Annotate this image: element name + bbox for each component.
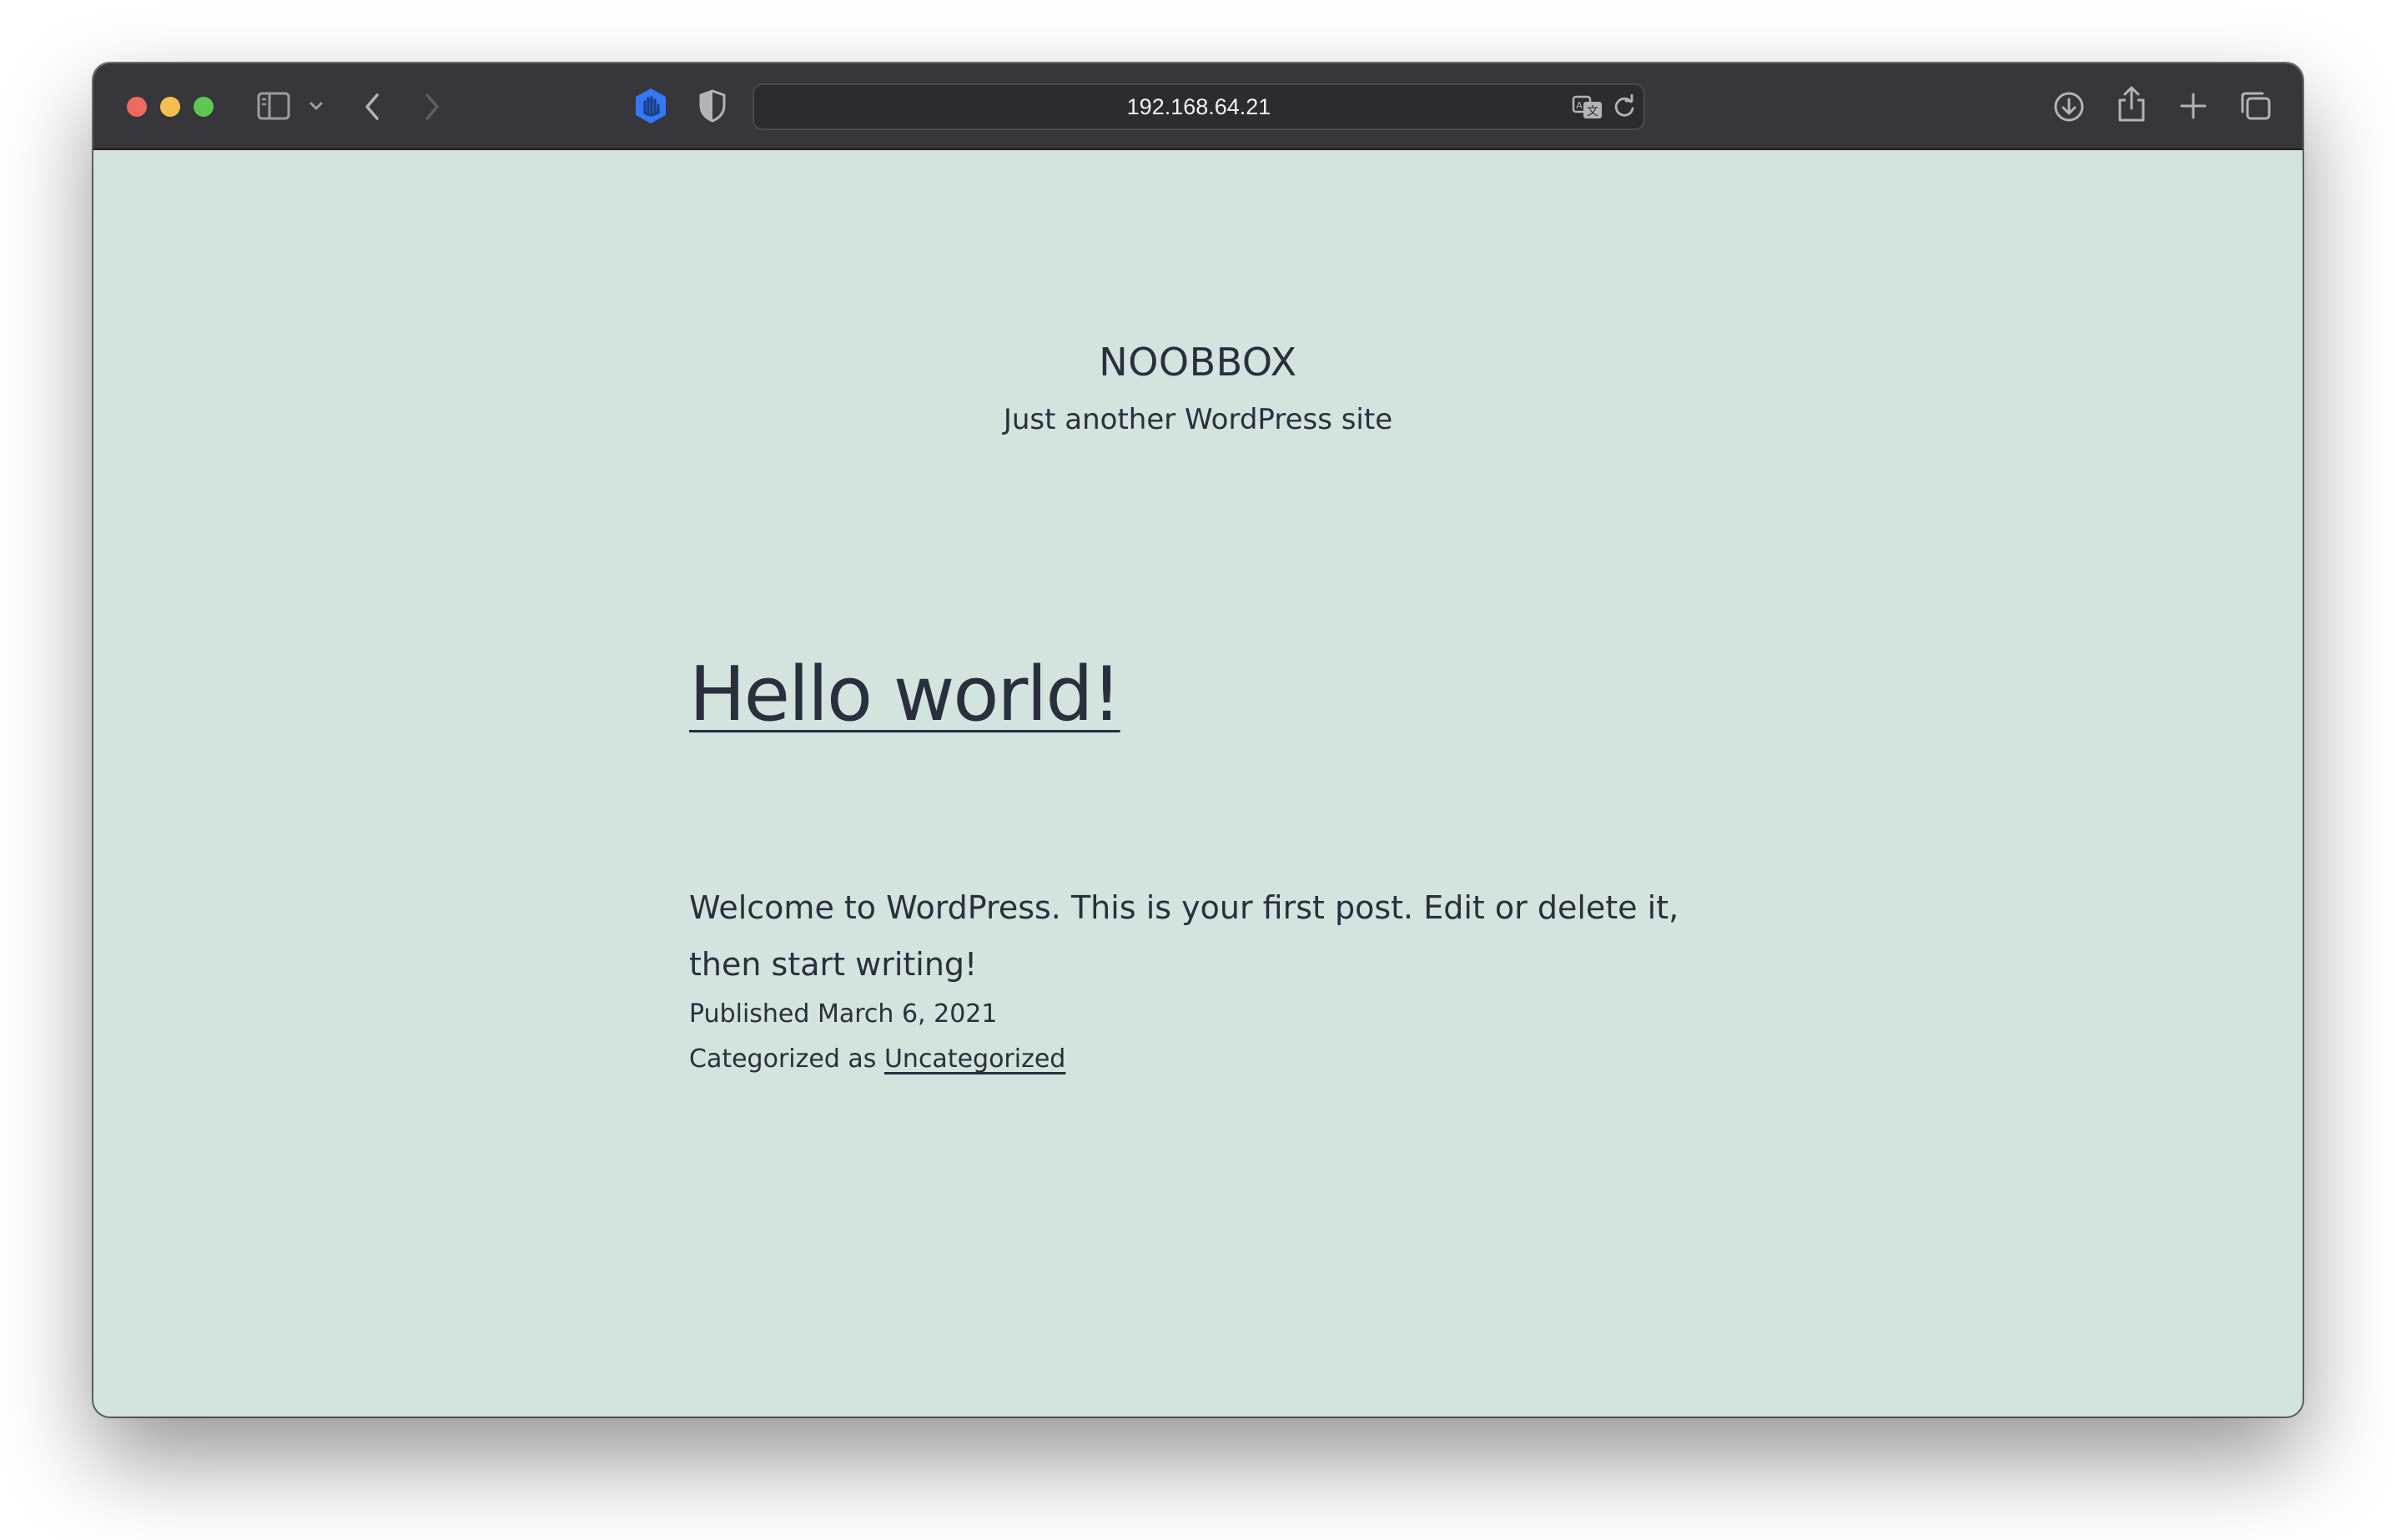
svg-text:A: A — [1576, 100, 1583, 111]
translate-icon[interactable]: 文 A — [1572, 92, 1605, 122]
browser-toolbar: 192.168.64.21 文 A — [93, 63, 2303, 150]
tab-overview-icon[interactable] — [2239, 90, 2273, 122]
address-bar[interactable]: 192.168.64.21 文 A — [753, 83, 1645, 130]
share-icon[interactable] — [2116, 85, 2147, 123]
new-tab-icon[interactable] — [2179, 92, 2207, 120]
reload-icon[interactable] — [1612, 94, 1637, 119]
categorized-label: Categorized as — [689, 1044, 877, 1074]
published-label: Published — [689, 999, 810, 1029]
chevron-down-icon[interactable] — [309, 100, 324, 112]
forward-icon[interactable] — [422, 92, 442, 122]
privacy-shield-icon[interactable] — [697, 88, 727, 123]
published-date: March 6, 2021 — [817, 999, 998, 1029]
download-icon[interactable] — [2052, 90, 2086, 123]
post-title-link[interactable]: Hello world! — [689, 649, 1122, 741]
maximize-window-button[interactable] — [194, 97, 214, 117]
site-tagline: Just another WordPress site — [1003, 403, 1393, 436]
post-published: Published March 6, 2021 — [689, 998, 997, 1031]
extension-hand-icon[interactable] — [632, 87, 669, 125]
post-body: Welcome to WordPress. This is your first… — [689, 889, 1679, 983]
post-category: Categorized as Uncategorized — [689, 1043, 1065, 1076]
back-icon[interactable] — [362, 92, 382, 122]
url-text: 192.168.64.21 — [1126, 94, 1271, 119]
site-title[interactable]: NOOBBOX — [93, 339, 2303, 385]
page-content: NOOBBOX Just another WordPress site Hell… — [93, 150, 2303, 1417]
browser-window: 192.168.64.21 文 A NOOBBOX Just another W… — [93, 63, 2303, 1417]
svg-text:文: 文 — [1587, 105, 1598, 118]
sidebar-icon[interactable] — [257, 92, 290, 120]
minimize-window-button[interactable] — [160, 97, 180, 117]
category-link[interactable]: Uncategorized — [884, 1044, 1065, 1074]
close-window-button[interactable] — [127, 97, 147, 117]
